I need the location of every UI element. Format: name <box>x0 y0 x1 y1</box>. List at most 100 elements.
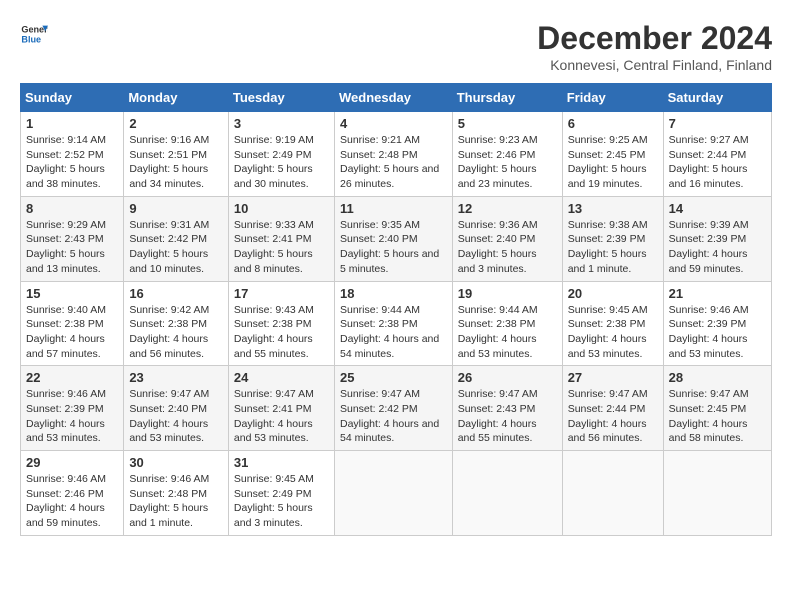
day-number: 7 <box>669 116 766 131</box>
day-number: 17 <box>234 286 329 301</box>
day-info: Sunrise: 9:27 AM Sunset: 2:44 PM Dayligh… <box>669 133 766 192</box>
day-number: 8 <box>26 201 118 216</box>
week-row-2: 8 Sunrise: 9:29 AM Sunset: 2:43 PM Dayli… <box>21 196 772 281</box>
day-cell: 6 Sunrise: 9:25 AM Sunset: 2:45 PM Dayli… <box>562 112 663 197</box>
day-cell: 19 Sunrise: 9:44 AM Sunset: 2:38 PM Dayl… <box>452 281 562 366</box>
day-cell: 2 Sunrise: 9:16 AM Sunset: 2:51 PM Dayli… <box>124 112 229 197</box>
calendar-table: SundayMondayTuesdayWednesdayThursdayFrid… <box>20 83 772 536</box>
day-cell: 17 Sunrise: 9:43 AM Sunset: 2:38 PM Dayl… <box>228 281 334 366</box>
day-info: Sunrise: 9:47 AM Sunset: 2:41 PM Dayligh… <box>234 387 329 446</box>
day-cell <box>452 451 562 536</box>
day-info: Sunrise: 9:35 AM Sunset: 2:40 PM Dayligh… <box>340 218 447 277</box>
day-cell: 28 Sunrise: 9:47 AM Sunset: 2:45 PM Dayl… <box>663 366 771 451</box>
day-number: 11 <box>340 201 447 216</box>
day-cell: 27 Sunrise: 9:47 AM Sunset: 2:44 PM Dayl… <box>562 366 663 451</box>
day-info: Sunrise: 9:39 AM Sunset: 2:39 PM Dayligh… <box>669 218 766 277</box>
day-cell <box>562 451 663 536</box>
day-cell: 20 Sunrise: 9:45 AM Sunset: 2:38 PM Dayl… <box>562 281 663 366</box>
day-cell: 5 Sunrise: 9:23 AM Sunset: 2:46 PM Dayli… <box>452 112 562 197</box>
day-cell: 8 Sunrise: 9:29 AM Sunset: 2:43 PM Dayli… <box>21 196 124 281</box>
day-cell: 10 Sunrise: 9:33 AM Sunset: 2:41 PM Dayl… <box>228 196 334 281</box>
day-header-saturday: Saturday <box>663 84 771 112</box>
day-info: Sunrise: 9:47 AM Sunset: 2:40 PM Dayligh… <box>129 387 223 446</box>
day-cell: 12 Sunrise: 9:36 AM Sunset: 2:40 PM Dayl… <box>452 196 562 281</box>
day-info: Sunrise: 9:29 AM Sunset: 2:43 PM Dayligh… <box>26 218 118 277</box>
day-cell: 22 Sunrise: 9:46 AM Sunset: 2:39 PM Dayl… <box>21 366 124 451</box>
week-row-3: 15 Sunrise: 9:40 AM Sunset: 2:38 PM Dayl… <box>21 281 772 366</box>
day-info: Sunrise: 9:23 AM Sunset: 2:46 PM Dayligh… <box>458 133 557 192</box>
day-cell: 13 Sunrise: 9:38 AM Sunset: 2:39 PM Dayl… <box>562 196 663 281</box>
logo-icon: General Blue <box>20 20 48 48</box>
day-info: Sunrise: 9:21 AM Sunset: 2:48 PM Dayligh… <box>340 133 447 192</box>
day-info: Sunrise: 9:45 AM Sunset: 2:49 PM Dayligh… <box>234 472 329 531</box>
day-number: 12 <box>458 201 557 216</box>
day-cell: 18 Sunrise: 9:44 AM Sunset: 2:38 PM Dayl… <box>334 281 452 366</box>
week-row-1: 1 Sunrise: 9:14 AM Sunset: 2:52 PM Dayli… <box>21 112 772 197</box>
day-number: 1 <box>26 116 118 131</box>
day-number: 29 <box>26 455 118 470</box>
day-number: 13 <box>568 201 658 216</box>
day-cell: 24 Sunrise: 9:47 AM Sunset: 2:41 PM Dayl… <box>228 366 334 451</box>
day-number: 22 <box>26 370 118 385</box>
day-number: 31 <box>234 455 329 470</box>
day-number: 9 <box>129 201 223 216</box>
page-title: December 2024 <box>537 20 772 57</box>
day-info: Sunrise: 9:38 AM Sunset: 2:39 PM Dayligh… <box>568 218 658 277</box>
day-number: 18 <box>340 286 447 301</box>
calendar-body: 1 Sunrise: 9:14 AM Sunset: 2:52 PM Dayli… <box>21 112 772 536</box>
day-info: Sunrise: 9:47 AM Sunset: 2:44 PM Dayligh… <box>568 387 658 446</box>
day-info: Sunrise: 9:43 AM Sunset: 2:38 PM Dayligh… <box>234 303 329 362</box>
day-header-monday: Monday <box>124 84 229 112</box>
day-info: Sunrise: 9:40 AM Sunset: 2:38 PM Dayligh… <box>26 303 118 362</box>
day-number: 14 <box>669 201 766 216</box>
day-number: 26 <box>458 370 557 385</box>
day-number: 5 <box>458 116 557 131</box>
logo: General Blue <box>20 20 48 48</box>
page-header: General Blue December 2024 Konnevesi, Ce… <box>20 20 772 73</box>
day-info: Sunrise: 9:42 AM Sunset: 2:38 PM Dayligh… <box>129 303 223 362</box>
day-cell: 25 Sunrise: 9:47 AM Sunset: 2:42 PM Dayl… <box>334 366 452 451</box>
title-area: December 2024 Konnevesi, Central Finland… <box>537 20 772 73</box>
calendar-header-row: SundayMondayTuesdayWednesdayThursdayFrid… <box>21 84 772 112</box>
day-number: 19 <box>458 286 557 301</box>
day-header-sunday: Sunday <box>21 84 124 112</box>
day-cell: 26 Sunrise: 9:47 AM Sunset: 2:43 PM Dayl… <box>452 366 562 451</box>
day-cell: 31 Sunrise: 9:45 AM Sunset: 2:49 PM Dayl… <box>228 451 334 536</box>
day-cell: 1 Sunrise: 9:14 AM Sunset: 2:52 PM Dayli… <box>21 112 124 197</box>
day-info: Sunrise: 9:47 AM Sunset: 2:42 PM Dayligh… <box>340 387 447 446</box>
day-number: 30 <box>129 455 223 470</box>
day-info: Sunrise: 9:46 AM Sunset: 2:46 PM Dayligh… <box>26 472 118 531</box>
day-cell <box>334 451 452 536</box>
day-header-wednesday: Wednesday <box>334 84 452 112</box>
day-number: 2 <box>129 116 223 131</box>
day-number: 24 <box>234 370 329 385</box>
day-number: 15 <box>26 286 118 301</box>
day-cell: 29 Sunrise: 9:46 AM Sunset: 2:46 PM Dayl… <box>21 451 124 536</box>
week-row-5: 29 Sunrise: 9:46 AM Sunset: 2:46 PM Dayl… <box>21 451 772 536</box>
day-info: Sunrise: 9:36 AM Sunset: 2:40 PM Dayligh… <box>458 218 557 277</box>
day-info: Sunrise: 9:45 AM Sunset: 2:38 PM Dayligh… <box>568 303 658 362</box>
day-cell: 15 Sunrise: 9:40 AM Sunset: 2:38 PM Dayl… <box>21 281 124 366</box>
day-info: Sunrise: 9:44 AM Sunset: 2:38 PM Dayligh… <box>340 303 447 362</box>
day-number: 10 <box>234 201 329 216</box>
day-number: 25 <box>340 370 447 385</box>
day-number: 23 <box>129 370 223 385</box>
day-info: Sunrise: 9:44 AM Sunset: 2:38 PM Dayligh… <box>458 303 557 362</box>
day-info: Sunrise: 9:25 AM Sunset: 2:45 PM Dayligh… <box>568 133 658 192</box>
week-row-4: 22 Sunrise: 9:46 AM Sunset: 2:39 PM Dayl… <box>21 366 772 451</box>
day-cell: 9 Sunrise: 9:31 AM Sunset: 2:42 PM Dayli… <box>124 196 229 281</box>
day-info: Sunrise: 9:14 AM Sunset: 2:52 PM Dayligh… <box>26 133 118 192</box>
day-number: 28 <box>669 370 766 385</box>
day-info: Sunrise: 9:47 AM Sunset: 2:43 PM Dayligh… <box>458 387 557 446</box>
day-cell: 30 Sunrise: 9:46 AM Sunset: 2:48 PM Dayl… <box>124 451 229 536</box>
day-number: 20 <box>568 286 658 301</box>
day-info: Sunrise: 9:47 AM Sunset: 2:45 PM Dayligh… <box>669 387 766 446</box>
day-cell: 3 Sunrise: 9:19 AM Sunset: 2:49 PM Dayli… <box>228 112 334 197</box>
day-cell: 11 Sunrise: 9:35 AM Sunset: 2:40 PM Dayl… <box>334 196 452 281</box>
day-header-thursday: Thursday <box>452 84 562 112</box>
page-subtitle: Konnevesi, Central Finland, Finland <box>537 57 772 73</box>
day-info: Sunrise: 9:46 AM Sunset: 2:39 PM Dayligh… <box>669 303 766 362</box>
day-number: 16 <box>129 286 223 301</box>
day-info: Sunrise: 9:33 AM Sunset: 2:41 PM Dayligh… <box>234 218 329 277</box>
day-cell <box>663 451 771 536</box>
